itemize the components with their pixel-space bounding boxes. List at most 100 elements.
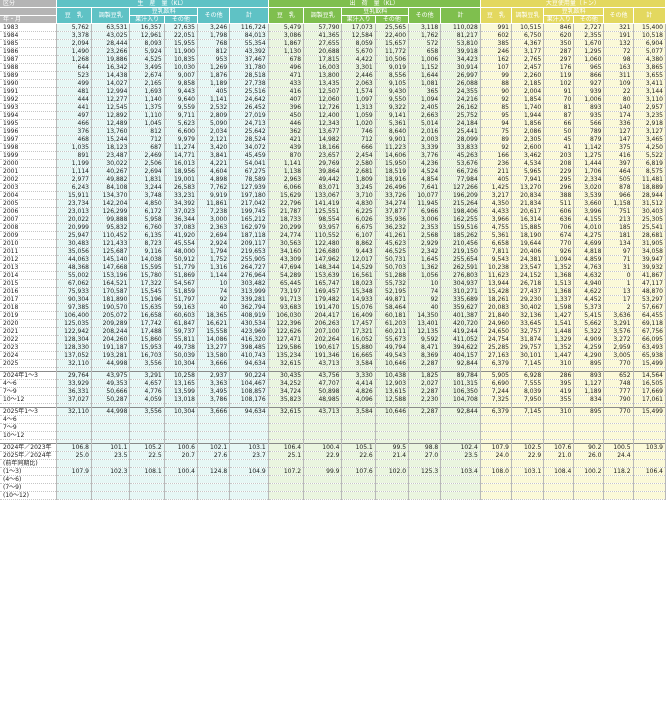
table-cell: 13,760 [91, 127, 131, 136]
table-cell: 47,694 [268, 263, 305, 272]
table-cell: 190,617 [303, 343, 343, 352]
table-cell: 602 [480, 31, 512, 40]
table-cell: 45,554 [164, 239, 198, 248]
table-cell: 63,531 [91, 23, 131, 32]
table-cell: 24,355 [440, 87, 481, 96]
table-cell: 40 [197, 303, 231, 312]
table-cell [408, 475, 442, 484]
table-cell: 812 [129, 127, 165, 136]
table-cell: 9,858 [164, 79, 198, 88]
table-cell: 29,764 [56, 371, 92, 380]
table-cell: 572 [408, 39, 442, 48]
table-cell [91, 491, 131, 500]
table-cell: 15,428 [480, 287, 512, 296]
table-cell: 9,592 [408, 335, 442, 344]
table-cell: 92,844 [440, 359, 481, 368]
table-cell [375, 415, 410, 424]
table-cell [633, 459, 666, 468]
table-cell: 466 [56, 119, 92, 128]
table-cell: 21,787 [268, 207, 305, 216]
table-cell: 71 [603, 255, 634, 264]
table-cell: 1,490 [56, 47, 92, 56]
table-cell: 8,093 [129, 39, 165, 48]
table-cell: 50,666 [91, 387, 131, 396]
table-cell: 8,723 [129, 239, 165, 248]
table-cell: 25,441 [440, 127, 481, 136]
table-cell: 1,644 [408, 71, 442, 80]
table-cell: 16,561 [341, 271, 376, 280]
table-cell: 66 [543, 119, 575, 128]
table-row: 2005 23,734 142,204 4,850 34,392 11,861 217,04… [0, 199, 666, 208]
table-cell: 12,017 [341, 255, 376, 264]
table-cell [543, 491, 575, 500]
table-cell: 11,861 [197, 199, 231, 208]
table-cell: 128,330 [56, 343, 92, 352]
row-label: 2012 [0, 255, 57, 264]
table-cell: 70 [543, 95, 575, 104]
table-cell: 54,567 [164, 279, 198, 288]
table-cell: 17 [603, 295, 634, 304]
row-label: (前年同期比) [0, 459, 57, 468]
table-cell: 6,135 [129, 231, 165, 240]
table-cell: 13,599 [164, 387, 198, 396]
col-plain: 豆 乳 [56, 7, 92, 24]
table-cell: 14,606 [375, 151, 410, 160]
table-cell [229, 459, 269, 468]
table-cell: 3,245 [341, 183, 376, 192]
table-cell: 1,448 [543, 327, 575, 336]
table-row: (前年同期比) [0, 459, 666, 468]
table-cell: 33,645 [511, 319, 545, 328]
table-cell [375, 431, 410, 440]
table-cell: 441 [56, 103, 92, 112]
table-cell [91, 459, 131, 468]
table-cell: 2,287 [408, 387, 442, 396]
col-drink-other: その他 [573, 15, 605, 24]
table-cell: 83,071 [303, 183, 343, 192]
table-cell: 1,876 [197, 71, 231, 80]
table-cell: 102.4 [440, 443, 481, 452]
table-cell: 28,944 [633, 191, 666, 200]
table-cell: 24,960 [480, 319, 512, 328]
table-cell: 4,367 [511, 39, 545, 48]
table-cell: 3,710 [341, 191, 376, 200]
table-cell [91, 415, 131, 424]
table-cell [197, 491, 231, 500]
table-row: 1984 3,378 43,025 12,961 22,051 1,798 84,013 3,… [0, 31, 666, 40]
table-cell: 107.6 [341, 467, 376, 476]
table-cell [603, 491, 634, 500]
table-cell: 102.3 [91, 467, 131, 476]
table-cell: 1,138 [268, 167, 305, 176]
table-cell [511, 475, 545, 484]
table-row: 2006 23,013 126,299 6,172 37,023 7,238 199,745… [0, 207, 666, 216]
table-cell: 1,944 [511, 111, 545, 120]
table-cell: 24,713 [229, 119, 269, 128]
table-cell: 88 [480, 79, 512, 88]
table-cell: 3,660 [573, 199, 605, 208]
corner-label-top: 区分 [0, 0, 57, 8]
table-cell: 30,403 [633, 207, 666, 216]
table-cell: 1,045 [129, 119, 165, 128]
table-cell: 7,238 [197, 207, 231, 216]
table-cell: 19,001 [164, 175, 198, 184]
table-cell: 4,452 [573, 295, 605, 304]
table-cell: 23.5 [440, 451, 481, 460]
table-cell: 1,854 [511, 95, 545, 104]
table-cell [573, 483, 605, 492]
table-cell: 34,252 [268, 379, 305, 388]
table-cell [633, 451, 666, 460]
table-cell: 22.6 [341, 451, 376, 460]
table-cell: 2,405 [408, 103, 442, 112]
table-cell: 39,918 [440, 47, 481, 56]
table-cell: 47,117 [633, 279, 666, 288]
table-cell [268, 491, 305, 500]
row-label: 10～12 [0, 431, 57, 440]
table-cell: 37,083 [164, 223, 198, 232]
table-cell [543, 415, 575, 424]
table-cell: 770 [543, 239, 575, 248]
table-cell: 121,433 [91, 239, 131, 248]
table-cell: 107.9 [480, 443, 512, 452]
table-cell [56, 415, 92, 424]
row-label: 2017 [0, 295, 57, 304]
table-cell: 67,275 [229, 167, 269, 176]
col-drink: 豆乳飲料 [543, 7, 605, 16]
